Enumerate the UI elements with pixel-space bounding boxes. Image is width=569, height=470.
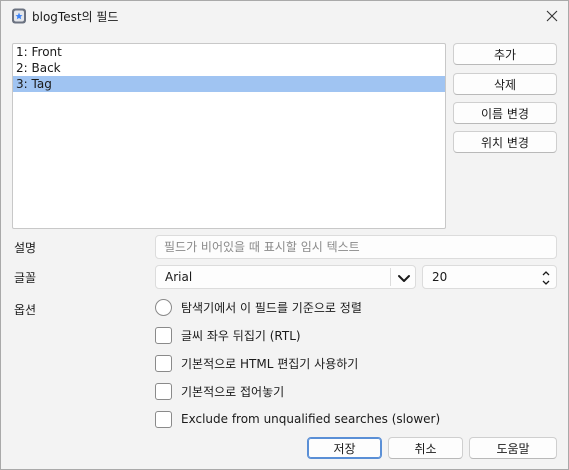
add-field-button[interactable]: 추가 bbox=[453, 43, 557, 65]
close-icon bbox=[546, 10, 558, 22]
checkbox-box[interactable] bbox=[155, 326, 172, 344]
radio-circle[interactable] bbox=[155, 298, 172, 316]
divider bbox=[390, 268, 391, 286]
window-title: blogTest의 필드 bbox=[32, 10, 119, 24]
checkbox-box[interactable] bbox=[155, 382, 172, 400]
reposition-field-button[interactable]: 위치 변경 bbox=[453, 131, 557, 153]
anki-app-icon bbox=[12, 8, 26, 24]
option-label: Exclude from unqualified searches (slowe… bbox=[181, 412, 441, 426]
description-input[interactable] bbox=[155, 235, 557, 259]
html-editor-default-checkbox[interactable]: 기본적으로 HTML 편집기 사용하기 bbox=[155, 353, 358, 373]
list-item-selected[interactable]: 3: Tag bbox=[13, 76, 445, 92]
option-label: 글씨 좌우 뒤집기 (RTL) bbox=[181, 328, 301, 343]
option-label: 기본적으로 HTML 편집기 사용하기 bbox=[181, 356, 359, 371]
close-button[interactable] bbox=[541, 6, 563, 26]
font-size-spinbox[interactable]: 20 bbox=[422, 265, 557, 289]
checkbox-box[interactable] bbox=[155, 410, 172, 428]
rename-field-button[interactable]: 이름 변경 bbox=[453, 102, 557, 124]
delete-field-button[interactable]: 삭제 bbox=[453, 73, 557, 95]
cancel-button[interactable]: 취소 bbox=[388, 437, 463, 459]
fields-dialog: blogTest의 필드 1: Front 2: Back 3: Tag 추가 … bbox=[0, 0, 569, 470]
option-label: 탐색기에서 이 필드를 기준으로 정렬 bbox=[181, 300, 362, 315]
sort-field-radio[interactable]: 탐색기에서 이 필드를 기준으로 정렬 bbox=[155, 297, 362, 317]
collapse-default-checkbox[interactable]: 기본적으로 접어놓기 bbox=[155, 381, 284, 401]
list-item[interactable]: 1: Front bbox=[13, 44, 445, 60]
font-select-value: Arial bbox=[165, 270, 193, 284]
list-item[interactable]: 2: Back bbox=[13, 60, 445, 76]
fields-list[interactable]: 1: Front 2: Back 3: Tag bbox=[12, 43, 446, 229]
title-bar: blogTest의 필드 bbox=[1, 1, 568, 32]
spin-arrows-icon[interactable] bbox=[541, 268, 551, 288]
help-button[interactable]: 도움말 bbox=[469, 437, 557, 459]
chevron-down-icon[interactable] bbox=[395, 269, 413, 287]
font-select[interactable]: Arial bbox=[155, 265, 416, 289]
description-label: 설명 bbox=[14, 241, 37, 255]
font-size-value: 20 bbox=[432, 270, 448, 284]
checkbox-box[interactable] bbox=[155, 354, 172, 372]
exclude-searches-checkbox[interactable]: Exclude from unqualified searches (slowe… bbox=[155, 409, 440, 429]
save-button[interactable]: 저장 bbox=[307, 437, 382, 459]
font-label: 글꼴 bbox=[14, 271, 37, 285]
rtl-checkbox[interactable]: 글씨 좌우 뒤집기 (RTL) bbox=[155, 325, 301, 345]
option-label: 기본적으로 접어놓기 bbox=[181, 384, 285, 399]
options-label: 옵션 bbox=[14, 303, 37, 317]
